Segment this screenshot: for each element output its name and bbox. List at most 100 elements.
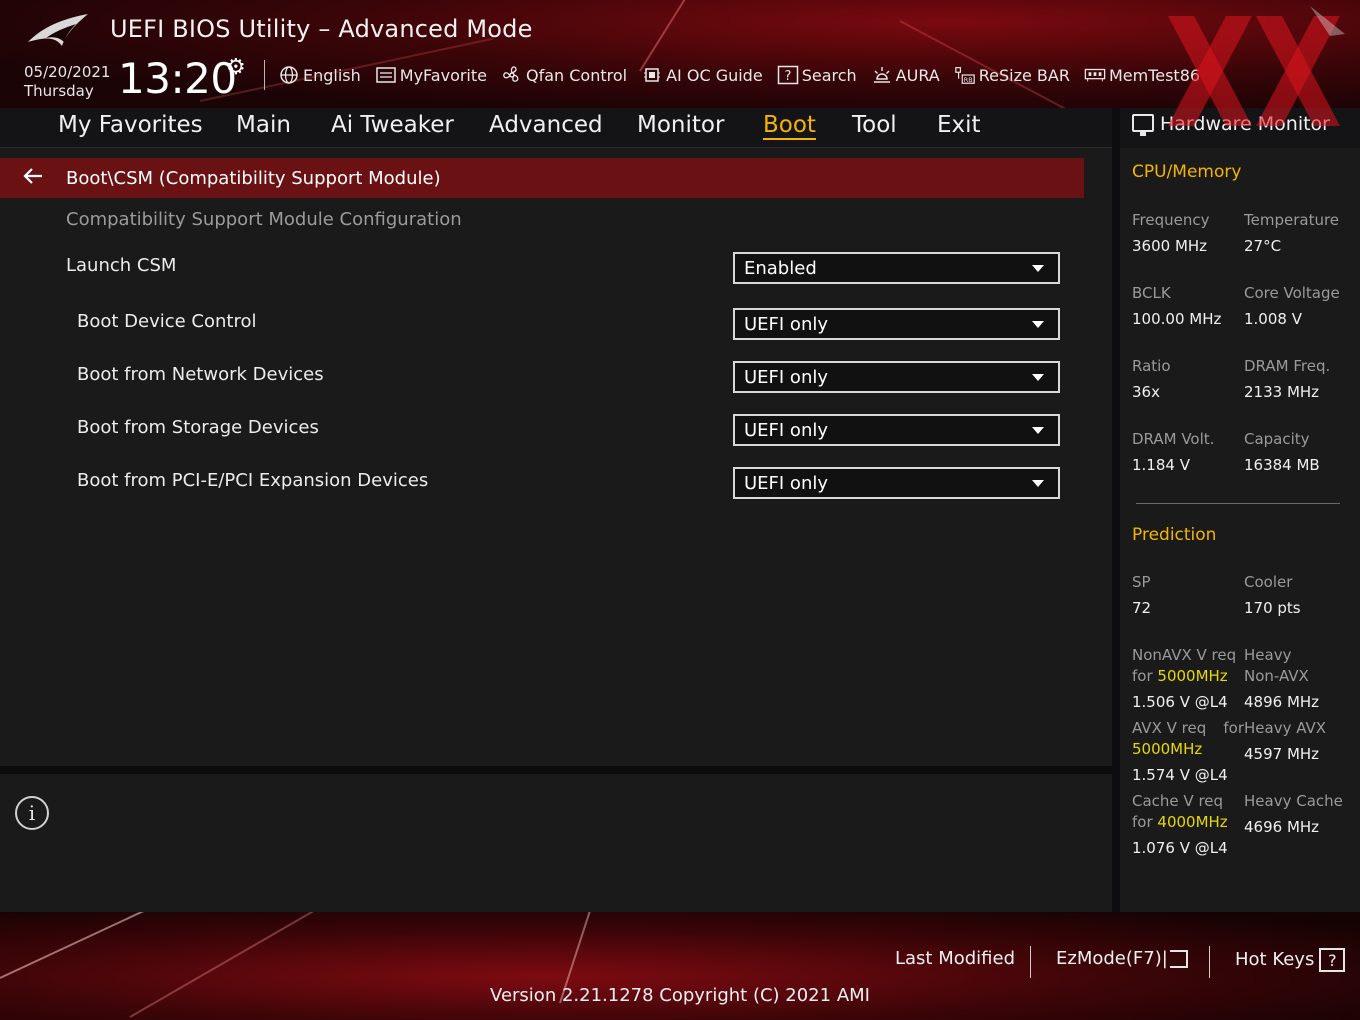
dram-freq-value: 2133 MHz	[1244, 383, 1320, 401]
settings-panel: Boot\CSM (Compatibility Support Module) …	[0, 148, 1112, 766]
favorite-list-icon	[375, 64, 397, 86]
frequency-label: Frequency	[1132, 211, 1210, 229]
watermark-logo	[1168, 6, 1345, 126]
heavy-avx-label: Heavy AVX	[1244, 719, 1327, 737]
hardware-monitor-divider	[1136, 503, 1340, 504]
dram-volt-value: 1.184 V	[1132, 456, 1190, 474]
avx-vreq-text: AVX V req	[1132, 719, 1207, 737]
cooler-value: 170 pts	[1244, 599, 1301, 617]
top-toolbar: English MyFavorite Qfan Control AI OC Gu…	[278, 62, 1214, 88]
setting-label-boot-network[interactable]: Boot from Network Devices	[77, 364, 324, 385]
toolbar-resizebar-button[interactable]: RB ReSize BAR	[954, 64, 1070, 86]
resize-bar-icon: RB	[954, 64, 976, 86]
nonavx-target-freq: 5000MHz	[1157, 667, 1228, 685]
tab-monitor[interactable]: Monitor	[637, 112, 724, 138]
decor-streak	[639, 0, 779, 72]
light-icon	[871, 64, 893, 86]
main-tab-bar: My Favorites Main Ai Tweaker Advanced Mo…	[0, 108, 1112, 148]
date-text: 05/20/2021	[24, 63, 111, 81]
avx-for-text: for	[1223, 719, 1244, 737]
chevron-down-icon	[1032, 321, 1044, 328]
last-modified-button[interactable]: Last Modified	[895, 948, 1015, 969]
dram-volt-label: DRAM Volt.	[1132, 430, 1215, 448]
tab-my-favorites[interactable]: My Favorites	[58, 112, 203, 138]
core-voltage-value: 1.008 V	[1244, 310, 1302, 328]
avx-target-freq: 5000MHz	[1132, 740, 1203, 758]
boot-storage-value: UEFI only	[744, 419, 829, 441]
breadcrumb-path: Boot\CSM (Compatibility Support Module)	[66, 167, 441, 189]
hot-keys-label: Hot Keys	[1235, 949, 1315, 970]
hardware-monitor-panel: Hardware Monitor CPU/Memory Frequency 36…	[1120, 108, 1360, 912]
cache-target-freq: 4000MHz	[1157, 813, 1228, 831]
hot-keys-button[interactable]: Hot Keys?	[1235, 948, 1346, 972]
memory-icon	[1084, 64, 1106, 86]
avx-vreq-label-line1: AVX V req for	[1132, 718, 1244, 739]
toolbar-language-label: English	[303, 65, 361, 85]
capacity-value: 16384 MB	[1244, 456, 1320, 474]
toolbar-resizebar-label: ReSize BAR	[978, 65, 1070, 85]
footer-divider	[1030, 946, 1031, 978]
boot-pcie-select[interactable]: UEFI only	[733, 467, 1060, 499]
toolbar-aura-label: AURA	[895, 65, 940, 85]
tab-advanced[interactable]: Advanced	[489, 112, 603, 138]
bclk-label: BCLK	[1132, 284, 1171, 302]
tab-boot[interactable]: Boot	[763, 112, 816, 140]
nonavx-for-text: for	[1132, 667, 1153, 685]
setting-label-boot-pcie[interactable]: Boot from PCI-E/PCI Expansion Devices	[77, 470, 428, 491]
footer-divider	[1209, 946, 1210, 978]
toolbar-myfavorite-button[interactable]: MyFavorite	[375, 64, 487, 86]
svg-text:?: ?	[784, 69, 791, 84]
svg-text:RB: RB	[964, 76, 973, 84]
toolbar-language-button[interactable]: English	[278, 64, 361, 86]
nonavx-vreq-label-line1: NonAVX V req	[1132, 646, 1237, 664]
launch-csm-select[interactable]: Enabled	[733, 252, 1060, 284]
decor-streak	[0, 912, 191, 979]
heavy-cache-value: 4696 MHz	[1244, 818, 1320, 836]
bclk-value: 100.00 MHz	[1132, 310, 1222, 328]
clock-settings-gear-icon[interactable]: ⚙	[226, 55, 246, 80]
ezmode-label: EzMode(F7)|	[1056, 948, 1168, 969]
frequency-value: 3600 MHz	[1132, 237, 1208, 255]
tab-ai-tweaker[interactable]: Ai Tweaker	[331, 112, 454, 138]
monitor-icon	[1132, 114, 1154, 136]
tab-main[interactable]: Main	[236, 112, 291, 138]
info-icon: i	[15, 796, 49, 830]
avx-vreq-value: 1.574 V @L4	[1132, 766, 1228, 784]
heavy-nonavx-label-line1: Heavy	[1244, 646, 1292, 664]
heavy-avx-value: 4597 MHz	[1244, 745, 1320, 763]
exit-arrow-icon	[1169, 950, 1188, 968]
temperature-label: Temperature	[1244, 211, 1340, 229]
boot-network-select[interactable]: UEFI only	[733, 361, 1060, 393]
avx-vreq-label: AVX V req for 5000MHz	[1132, 718, 1244, 760]
chip-icon	[641, 64, 663, 86]
boot-device-control-select[interactable]: UEFI only	[733, 308, 1060, 340]
toolbar-divider	[264, 60, 265, 90]
globe-icon	[278, 64, 300, 86]
fan-icon	[501, 64, 523, 86]
clock-time: 13:20	[118, 54, 237, 103]
launch-csm-value: Enabled	[744, 257, 817, 279]
toolbar-aura-button[interactable]: AURA	[871, 64, 940, 86]
toolbar-search-button[interactable]: ? Search	[777, 64, 857, 86]
ezmode-button[interactable]: EzMode(F7)|	[1056, 948, 1188, 969]
setting-label-boot-device-control[interactable]: Boot Device Control	[77, 311, 257, 332]
toolbar-qfan-button[interactable]: Qfan Control	[501, 64, 627, 86]
toolbar-aiocguide-button[interactable]: AI OC Guide	[641, 64, 763, 86]
heavy-nonavx-label: Heavy Non-AVX	[1244, 645, 1309, 687]
toolbar-qfan-label: Qfan Control	[526, 65, 628, 85]
day-text: Thursday	[24, 82, 94, 100]
boot-storage-select[interactable]: UEFI only	[733, 414, 1060, 446]
cooler-label: Cooler	[1244, 573, 1293, 591]
tab-exit[interactable]: Exit	[937, 112, 981, 138]
heavy-nonavx-label-line2: Non-AVX	[1244, 667, 1309, 685]
setting-label-launch-csm[interactable]: Launch CSM	[66, 255, 176, 276]
core-voltage-label: Core Voltage	[1244, 284, 1340, 302]
ratio-value: 36x	[1132, 383, 1160, 401]
tab-tool[interactable]: Tool	[852, 112, 897, 138]
rog-logo	[28, 14, 88, 46]
back-arrow-icon[interactable]	[0, 166, 66, 191]
setting-label-boot-storage[interactable]: Boot from Storage Devices	[77, 417, 319, 438]
chevron-down-icon	[1032, 374, 1044, 381]
ratio-label: Ratio	[1132, 357, 1171, 375]
section-title: Compatibility Support Module Configurati…	[66, 209, 462, 230]
